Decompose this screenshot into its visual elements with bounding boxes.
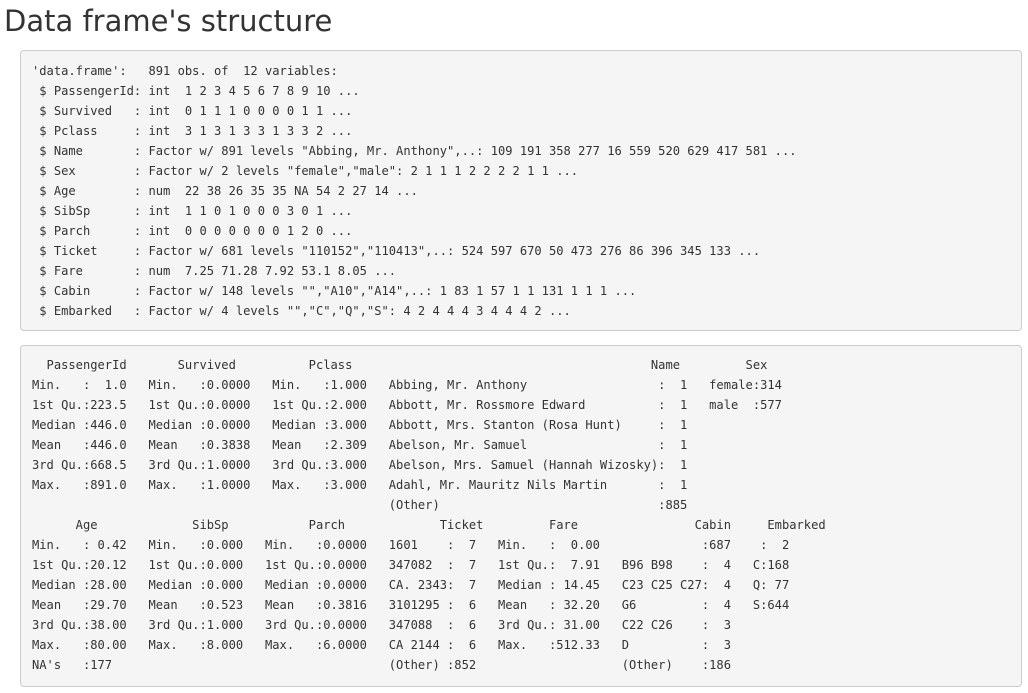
str-line: $ Ticket : Factor w/ 681 levels "110152"… — [32, 244, 761, 258]
str-line: 'data.frame': 891 obs. of 12 variables: — [32, 64, 338, 78]
summary-line: Min. : 1.0 Min. :0.0000 Min. :1.000 Abbi… — [32, 378, 797, 392]
summary-line: 1st Qu.:223.5 1st Qu.:0.0000 1st Qu.:2.0… — [32, 398, 797, 412]
str-line: $ SibSp : int 1 1 0 1 0 0 0 3 0 1 ... — [32, 204, 353, 218]
str-line: $ Cabin : Factor w/ 148 levels "","A10",… — [32, 284, 637, 298]
str-line: $ Name : Factor w/ 891 levels "Abbing, M… — [32, 144, 797, 158]
summary-line: (Other) :885 — [32, 498, 797, 512]
summary-line: NA's :177 (Other) :852 (Other) :186 — [32, 658, 812, 672]
summary-line: Max. :80.00 Max. :8.000 Max. :6.0000 CA … — [32, 638, 812, 652]
summary-line: Min. : 0.42 Min. :0.000 Min. :0.0000 160… — [32, 538, 812, 552]
str-line: $ Sex : Factor w/ 2 levels "female","mal… — [32, 164, 579, 178]
summary-line: PassengerId Survived Pclass Name Sex — [32, 358, 804, 372]
str-line: $ Parch : int 0 0 0 0 0 0 0 1 2 0 ... — [32, 224, 353, 238]
summary-line: 3rd Qu.:38.00 3rd Qu.:1.000 3rd Qu.:0.00… — [32, 618, 812, 632]
str-line: $ PassengerId: int 1 2 3 4 5 6 7 8 9 10 … — [32, 84, 360, 98]
summary-line: Age SibSp Parch Ticket Fare Cabin Embark… — [32, 518, 826, 532]
page-title: Data frame's structure — [4, 4, 333, 38]
str-line: $ Fare : num 7.25 71.28 7.92 53.1 8.05 .… — [32, 264, 397, 278]
summary-output-block: PassengerId Survived Pclass Name Sex Min… — [20, 345, 1022, 687]
summary-line: 1st Qu.:20.12 1st Qu.:0.000 1st Qu.:0.00… — [32, 558, 812, 572]
str-output-block: 'data.frame': 891 obs. of 12 variables: … — [20, 50, 1022, 331]
str-line: $ Age : num 22 38 26 35 35 NA 54 2 27 14… — [32, 184, 418, 198]
str-output-text: 'data.frame': 891 obs. of 12 variables: … — [32, 61, 797, 321]
summary-line: 3rd Qu.:668.5 3rd Qu.:1.0000 3rd Qu.:3.0… — [32, 458, 797, 472]
str-line: $ Embarked : Factor w/ 4 levels "","C","… — [32, 304, 571, 318]
summary-line: Median :446.0 Median :0.0000 Median :3.0… — [32, 418, 797, 432]
summary-output-text: PassengerId Survived Pclass Name Sex Min… — [32, 355, 826, 675]
summary-line: Mean :446.0 Mean :0.3838 Mean :2.309 Abe… — [32, 438, 797, 452]
str-line: $ Survived : int 0 1 1 1 0 0 0 0 1 1 ... — [32, 104, 353, 118]
str-line: $ Pclass : int 3 1 3 1 3 3 1 3 3 2 ... — [32, 124, 353, 138]
summary-line: Mean :29.70 Mean :0.523 Mean :0.3816 310… — [32, 598, 812, 612]
summary-line: Max. :891.0 Max. :1.0000 Max. :3.000 Ada… — [32, 478, 797, 492]
summary-line: Median :28.00 Median :0.000 Median :0.00… — [32, 578, 812, 592]
